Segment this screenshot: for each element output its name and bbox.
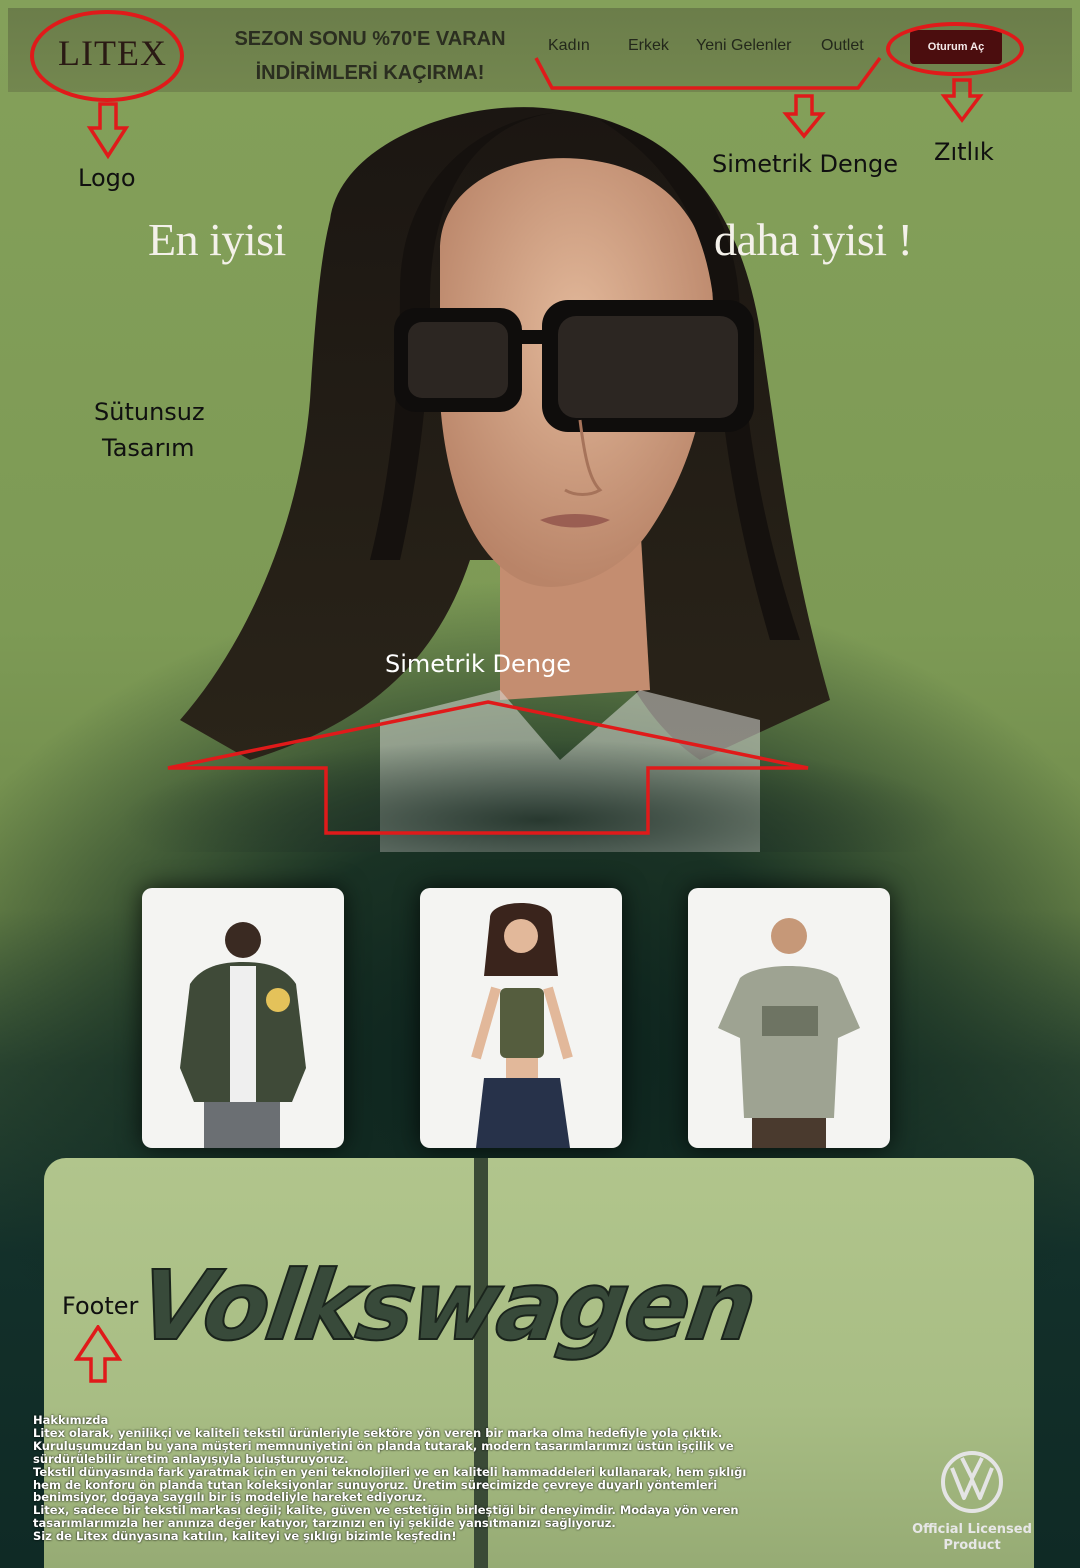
promo-line-1: SEZON SONU %70'E VARAN [234, 28, 506, 50]
annotation-columnless-1: Sütunsuz [94, 398, 205, 426]
hero-model-image [120, 107, 960, 852]
footer-about-line: Siz de Litex dünyasına katılın, kaliteyi… [33, 1529, 457, 1544]
annotation-symmetry-top: Simetrik Denge [712, 150, 898, 178]
hero-tagline-right: daha iyisi ! [714, 214, 913, 265]
footer-about-line: sürdürülebilir üretim anlayışıyla buluşt… [33, 1451, 349, 1466]
button-annotation-ring [886, 22, 1024, 76]
nav-link-outlet[interactable]: Outlet [821, 37, 864, 55]
nav-link-erkek[interactable]: Erkek [628, 37, 669, 55]
annotation-columnless-2: Tasarım [102, 434, 195, 462]
footer-about-title: Hakkımızda [33, 1413, 109, 1427]
footer-about: Hakkımızda Litex olarak, yenilikçi ve ka… [33, 1414, 893, 1543]
logo-annotation-ring [30, 10, 184, 102]
hero-tagline-left: En iyisi [148, 214, 286, 265]
footer-about-line: Tekstil dünyasında fark yaratmak için en… [33, 1464, 747, 1479]
nav-link-yeni-gelenler[interactable]: Yeni Gelenler [696, 37, 791, 55]
product-card-jacket[interactable] [142, 888, 344, 1148]
annotation-contrast: Zıtlık [934, 138, 994, 166]
product-image-jacket [180, 922, 306, 1148]
footer-about-line: Kuruluşumuzdan bu yana müşteri memnuniye… [33, 1438, 734, 1453]
product-image-tshirt [718, 918, 860, 1148]
vw-logo-icon [941, 1451, 1003, 1513]
annotation-footer: Footer [62, 1292, 139, 1320]
product-card-tshirt[interactable] [688, 888, 890, 1148]
annotation-logo: Logo [78, 164, 136, 192]
annotation-symmetry-center: Simetrik Denge [385, 650, 571, 678]
product-card-tank-top[interactable] [420, 888, 622, 1148]
landing-page: LITEX SEZON SONU %70'E VARAN İNDİRİMLERİ… [0, 0, 1080, 1568]
licensed-line-1: Official Licensed [912, 1522, 1032, 1537]
brand-script-text: Volkswagen [131, 1249, 762, 1363]
licensed-line-2: Product [943, 1538, 1001, 1553]
footer-arrow [73, 1325, 123, 1383]
licensed-product-label: Official Licensed Product [912, 1522, 1032, 1554]
footer-about-line: Litex olarak, yenilikçi ve kaliteli teks… [33, 1425, 723, 1440]
nav-link-kadin[interactable]: Kadın [548, 37, 590, 55]
product-image-tank-top [471, 903, 573, 1148]
promo-banner: SEZON SONU %70'E VARAN İNDİRİMLERİ KAÇIR… [205, 22, 535, 90]
promo-line-2: İNDİRİMLERİ KAÇIRMA! [255, 62, 485, 84]
